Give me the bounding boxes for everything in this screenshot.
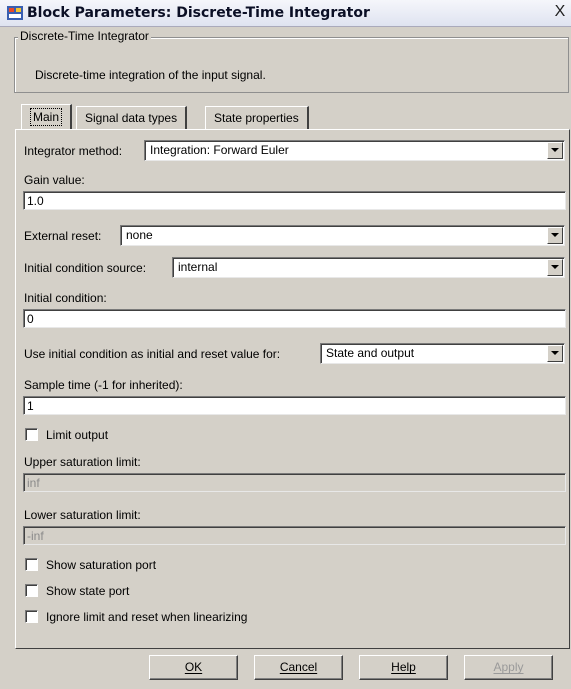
simulink-block-icon	[7, 6, 23, 20]
limit-output-checkbox[interactable]	[25, 428, 38, 441]
show-state-port-label: Show state port	[46, 584, 130, 598]
tab-signal-data-types-label: Signal data types	[85, 111, 178, 125]
integrator-method-label: Integrator method:	[24, 144, 123, 158]
upper-limit-label: Upper saturation limit:	[24, 455, 141, 469]
integrator-method-select[interactable]: Integration: Forward Euler	[144, 140, 565, 161]
ic-source-select[interactable]: internal	[172, 257, 565, 278]
external-reset-label: External reset:	[24, 229, 102, 243]
ignore-limit-label: Ignore limit and reset when linearizing	[46, 610, 248, 624]
title-bar: Block Parameters: Discrete-Time Integrat…	[0, 0, 571, 27]
tab-state-properties-label: State properties	[214, 111, 299, 125]
tab-signal-data-types[interactable]: Signal data types	[76, 106, 188, 129]
close-icon[interactable]: X	[552, 3, 568, 21]
cancel-button[interactable]: Cancel	[254, 655, 343, 680]
initial-condition-label: Initial condition:	[24, 291, 107, 305]
ok-button[interactable]: OK	[149, 655, 238, 680]
show-saturation-port-checkbox[interactable]	[25, 558, 38, 571]
ic-source-label: Initial condition source:	[24, 261, 147, 275]
external-reset-value: none	[126, 228, 153, 242]
chevron-down-icon[interactable]	[547, 345, 563, 362]
description-groupbox	[14, 37, 569, 93]
limit-output-label: Limit output	[46, 428, 109, 442]
external-reset-select[interactable]: none	[120, 225, 565, 246]
chevron-down-icon[interactable]	[547, 259, 563, 276]
tab-main[interactable]: Main	[21, 104, 73, 129]
chevron-down-icon[interactable]	[547, 142, 563, 159]
cancel-button-label: Cancel	[279, 660, 318, 674]
lower-limit-label: Lower saturation limit:	[24, 508, 141, 522]
help-button-label: Help	[391, 660, 416, 674]
initial-condition-field[interactable]: 0	[23, 309, 566, 328]
upper-limit-field: inf	[23, 473, 566, 492]
chevron-down-icon[interactable]	[547, 227, 563, 244]
sample-time-field[interactable]: 1	[23, 396, 566, 415]
ic-usage-value: State and output	[326, 346, 415, 360]
lower-limit-field: -inf	[23, 526, 566, 545]
sample-time-label: Sample time (-1 for inherited):	[24, 378, 183, 392]
ok-button-label: OK	[184, 660, 203, 674]
apply-button-label: Apply	[493, 660, 524, 674]
integrator-method-value: Integration: Forward Euler	[150, 143, 289, 157]
ic-usage-label: Use initial condition as initial and res…	[24, 347, 281, 361]
show-saturation-port-label: Show saturation port	[46, 558, 157, 572]
block-description: Discrete-time integration of the input s…	[35, 68, 266, 82]
ic-source-value: internal	[178, 260, 218, 274]
window-title: Block Parameters: Discrete-Time Integrat…	[27, 5, 370, 21]
gain-field[interactable]: 1.0	[23, 191, 566, 210]
apply-button: Apply	[464, 655, 553, 680]
tab-main-label: Main	[30, 108, 63, 126]
show-state-port-checkbox[interactable]	[25, 584, 38, 597]
ignore-limit-checkbox[interactable]	[25, 610, 38, 623]
ic-usage-select[interactable]: State and output	[320, 343, 565, 364]
help-button[interactable]: Help	[359, 655, 448, 680]
gain-label: Gain value:	[24, 173, 85, 187]
group-legend: Discrete-Time Integrator	[18, 29, 151, 43]
tab-state-properties[interactable]: State properties	[205, 106, 309, 129]
